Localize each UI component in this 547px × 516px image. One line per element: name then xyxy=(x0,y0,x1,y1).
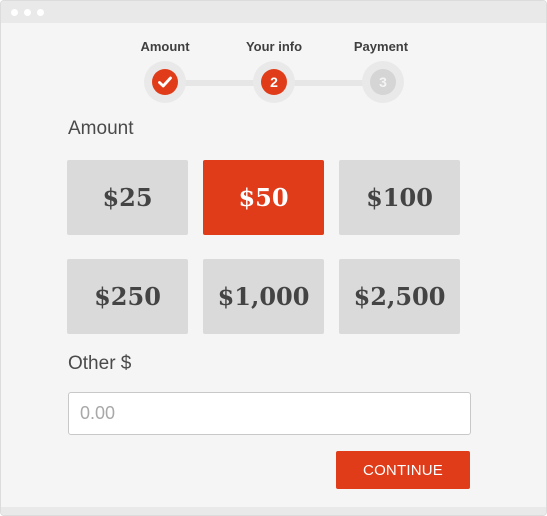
window-dot xyxy=(11,9,18,16)
continue-button[interactable]: CONTINUE xyxy=(336,451,470,489)
amount-button-25[interactable]: $25 xyxy=(67,160,188,235)
amount-button-2500[interactable]: $2,500 xyxy=(339,259,460,334)
other-amount-input[interactable] xyxy=(68,392,471,435)
check-icon xyxy=(152,69,178,95)
step-1-indicator[interactable] xyxy=(144,61,186,103)
amount-button-1000[interactable]: $1,000 xyxy=(203,259,324,334)
window-dot xyxy=(24,9,31,16)
window-titlebar xyxy=(1,1,546,23)
window-bottom-bar xyxy=(1,507,546,515)
amount-button-250[interactable]: $250 xyxy=(67,259,188,334)
amount-button-100[interactable]: $100 xyxy=(339,160,460,235)
step-2-indicator: 2 xyxy=(253,61,295,103)
window-dot xyxy=(37,9,44,16)
step-label-amount: Amount xyxy=(140,39,190,54)
step-label-payment: Payment xyxy=(353,39,409,54)
other-amount-label: Other $ xyxy=(68,353,132,374)
step-number: 3 xyxy=(370,69,396,95)
step-3-indicator: 3 xyxy=(362,61,404,103)
step-label-your-info: Your info xyxy=(245,39,303,54)
amount-button-50[interactable]: $50 xyxy=(203,160,324,235)
amount-heading: Amount xyxy=(68,118,134,139)
step-number: 2 xyxy=(261,69,287,95)
donation-window: Amount Your info Payment 2 3 Amount $25 … xyxy=(0,0,547,516)
